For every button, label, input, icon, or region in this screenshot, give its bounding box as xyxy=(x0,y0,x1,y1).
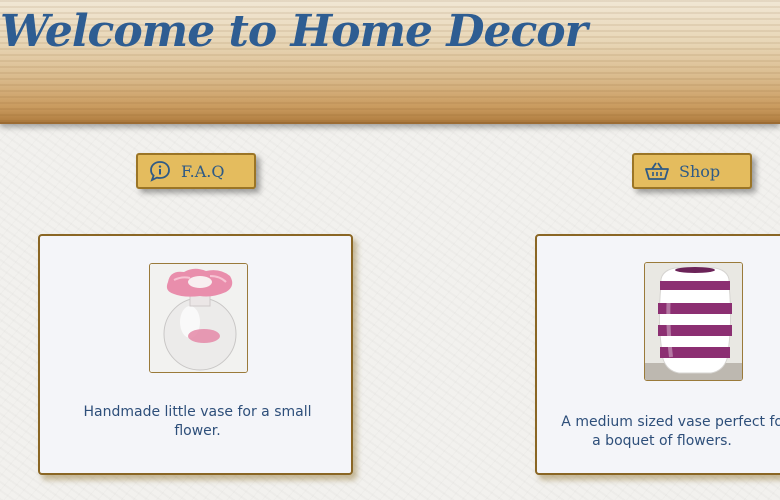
pink-glass-vase-image[interactable] xyxy=(149,263,248,373)
product-description-line: A medium sized vase perfect for xyxy=(561,414,780,430)
site-title: Welcome to Home Decor xyxy=(0,6,588,57)
basket-icon xyxy=(645,162,669,180)
shop-button[interactable]: Shop xyxy=(632,153,752,189)
faq-button[interactable]: F.A.Q xyxy=(136,153,256,189)
product-description: A medium sized vase perfect for a boquet… xyxy=(545,413,780,451)
product-description: Handmade little vase for a small flower. xyxy=(83,404,312,439)
product-description-line: a boquet of flowers. xyxy=(592,433,732,449)
product-card[interactable]: Handmade little vase for a small flower. xyxy=(38,234,353,475)
pink-glass-vase-picture xyxy=(150,264,247,372)
product-card[interactable]: A medium sized vase perfect for a boquet… xyxy=(535,234,780,475)
faq-button-label: F.A.Q xyxy=(181,161,225,181)
purple-striped-vase-image[interactable] xyxy=(644,262,743,381)
question-chat-icon xyxy=(150,161,170,182)
purple-striped-vase-picture xyxy=(645,263,742,380)
shop-button-label: Shop xyxy=(679,161,721,181)
site-header: Welcome to Home Decor xyxy=(0,0,780,124)
